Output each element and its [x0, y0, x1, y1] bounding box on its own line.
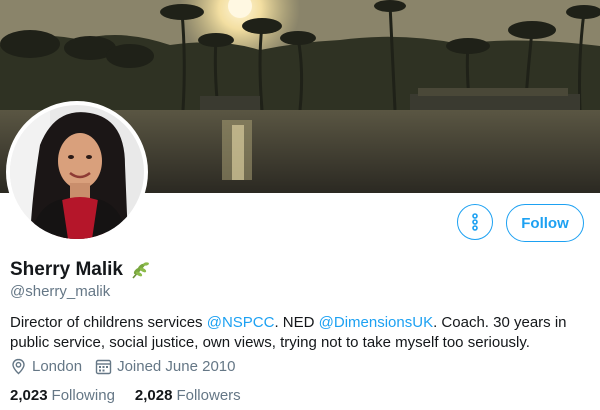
bio-text-1: Director of childrens services	[10, 314, 207, 331]
avatar-photo	[10, 105, 144, 239]
mention-nspcc-link[interactable]: @NSPCC	[207, 314, 275, 331]
joined-item: Joined June 2010	[95, 358, 236, 375]
bio-text-2: . NED	[274, 314, 319, 331]
location-text: London	[32, 358, 83, 375]
follow-button[interactable]: Follow	[506, 204, 584, 242]
profile-meta: London Joined June 2010	[10, 358, 249, 375]
calendar-icon	[95, 359, 112, 375]
profile-stats: 2,023 Following 2,028 Followers	[10, 387, 261, 404]
profile-name-row: Sherry Malik	[10, 259, 151, 281]
location-pin-icon	[12, 358, 25, 375]
profile-handle: @sherry_malik	[10, 283, 111, 300]
leaf-icon	[129, 259, 151, 281]
profile-bio: Director of childrens services @NSPCC. N…	[10, 313, 595, 353]
followers-label: Followers	[176, 387, 241, 404]
following-link[interactable]: 2,023 Following	[10, 387, 115, 404]
more-options-button[interactable]	[457, 204, 493, 240]
followers-count: 2,028	[134, 387, 173, 404]
location-item: London	[10, 358, 82, 375]
following-count: 2,023	[10, 387, 48, 404]
profile-avatar[interactable]	[6, 101, 148, 243]
more-vertical-icon	[472, 213, 478, 231]
followers-link[interactable]: 2,028 Followers	[135, 387, 241, 404]
mention-dimensionsuk-link[interactable]: @DimensionsUK	[319, 314, 433, 331]
follow-button-label: Follow	[521, 214, 569, 232]
following-label: Following	[51, 387, 115, 404]
profile-name: Sherry Malik	[10, 259, 123, 280]
joined-text: Joined June 2010	[117, 358, 236, 375]
